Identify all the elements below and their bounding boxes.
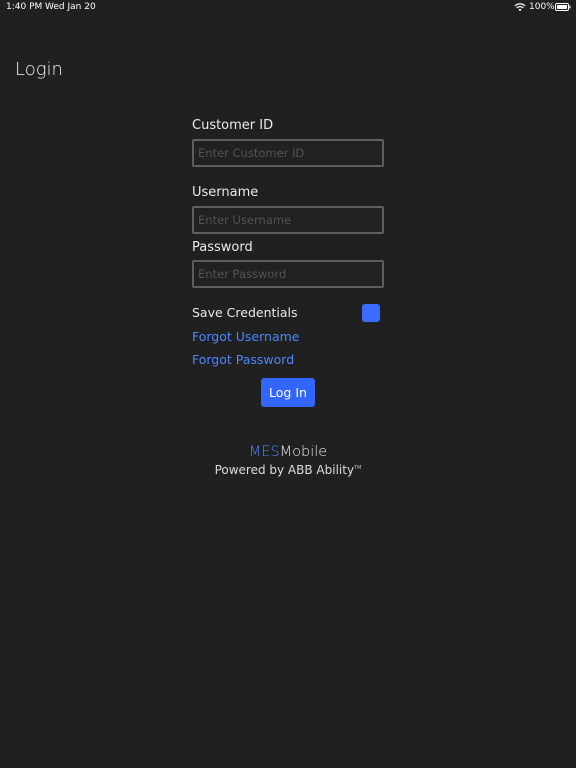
- password-label: Password: [192, 240, 253, 255]
- forgot-username-link[interactable]: Forgot Username: [192, 329, 300, 344]
- login-button[interactable]: Log In: [261, 378, 315, 407]
- product-name-prefix: MES: [248, 444, 280, 460]
- battery-icon: [555, 3, 571, 11]
- status-time: 1:40 PM: [6, 2, 43, 12]
- powered-by: Powered by ABB AbilityTM: [0, 463, 576, 477]
- save-credentials-label: Save Credentials: [192, 305, 298, 320]
- powered-by-text: Powered by ABB Ability: [214, 463, 355, 477]
- wifi-icon: [514, 2, 526, 12]
- save-credentials-checkbox[interactable]: [362, 304, 380, 322]
- product-name-suffix: Mobile: [279, 444, 328, 460]
- trademark-mark: TM: [354, 465, 362, 471]
- username-label: Username: [192, 185, 259, 200]
- customer-id-input[interactable]: [192, 139, 384, 167]
- username-input[interactable]: [192, 206, 384, 234]
- forgot-password-link[interactable]: Forgot Password: [192, 352, 294, 367]
- product-name: MESMobile: [0, 444, 576, 460]
- password-input[interactable]: [192, 260, 384, 288]
- status-date: Wed Jan 20: [45, 2, 96, 12]
- customer-id-label: Customer ID: [192, 118, 274, 133]
- page-title: Login: [15, 59, 63, 80]
- status-bar: 1:40 PM Wed Jan 20 100%: [0, 0, 576, 16]
- battery-percent: 100%: [529, 2, 555, 12]
